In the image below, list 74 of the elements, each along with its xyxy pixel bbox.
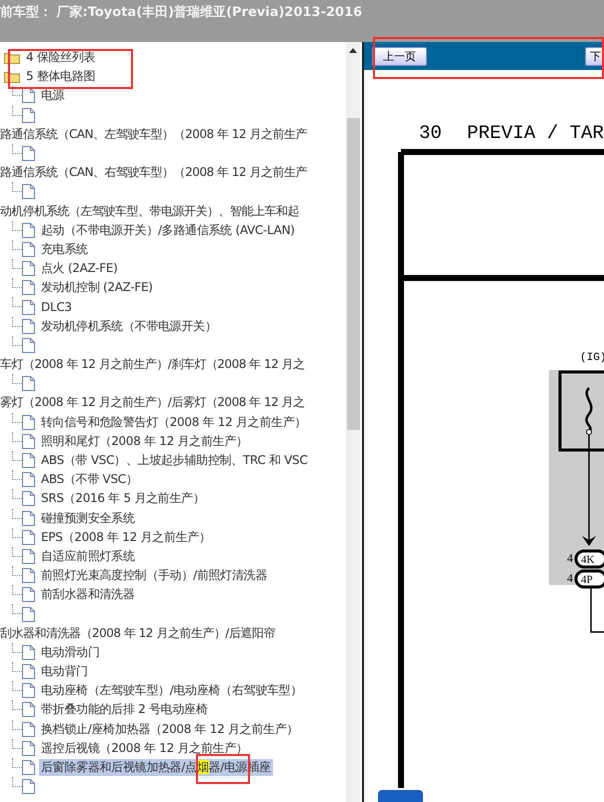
document-icon bbox=[22, 376, 35, 392]
tree-item[interactable]: 起动（不带电源开关）/多路通信系统 (AVC-LAN) bbox=[39, 222, 297, 239]
document-icon bbox=[22, 664, 35, 680]
tree-item[interactable]: 4 保险丝列表 bbox=[24, 49, 98, 66]
document-icon bbox=[22, 300, 35, 315]
tree-item[interactable]: DLC3 bbox=[39, 300, 74, 314]
tree-item-text[interactable]: 车灯（2008 年 12 月之前生产）/刹车灯（2008 年 12 月之 bbox=[0, 356, 305, 374]
tree-item-text[interactable]: 路通信系统（CAN、左驾驶车型）（2008 年 12 月之前生产 bbox=[0, 126, 307, 143]
document-icon bbox=[22, 587, 35, 602]
document-icon bbox=[22, 740, 35, 756]
document-icon bbox=[22, 760, 35, 776]
document-icon bbox=[22, 146, 35, 162]
tree-item[interactable]: EPS（2008 年 12 月之前生产） bbox=[39, 528, 213, 546]
tree-item-text[interactable]: 雾灯（2008 年 12 月之前生产）/后雾灯（2008 年 12 月之 bbox=[0, 394, 305, 412]
window-title: 前车型： 厂家:Toyota(丰田)普瑞维亚(Previa)2013-2016 bbox=[0, 4, 362, 21]
document-icon bbox=[22, 722, 35, 737]
tree-item[interactable]: 前刮水器和清洗器 bbox=[39, 586, 137, 604]
tree-item[interactable]: 发动机控制 (2AZ-FE) bbox=[39, 279, 155, 296]
tree-item[interactable]: 换档锁止/座椅加热器（2008 年 12 月之前生产） bbox=[39, 720, 300, 738]
tree-item[interactable]: 自适应前照灯系统 bbox=[39, 548, 137, 565]
tree-item[interactable]: 发动机停机系统（不带电源开关） bbox=[39, 318, 219, 335]
tree-item[interactable]: 电动背门 bbox=[39, 663, 90, 680]
document-icon bbox=[22, 338, 35, 353]
document-icon bbox=[22, 108, 35, 123]
document-icon bbox=[22, 548, 35, 564]
document-icon bbox=[22, 491, 35, 506]
document-icon bbox=[22, 530, 35, 545]
document-icon bbox=[22, 318, 35, 334]
tree-item[interactable]: 照明和尾灯（2008 年 12 月之前生产） bbox=[39, 432, 250, 450]
scrollbar[interactable] bbox=[346, 42, 360, 802]
tree-item[interactable]: 带折叠功能的后排 2 号电动座椅 bbox=[39, 701, 210, 718]
page-number: 30 bbox=[419, 122, 442, 144]
tree-item[interactable]: ABS（带 VSC）、上坡起步辅助控制、TRC 和 VSC bbox=[39, 452, 310, 470]
tree-item[interactable]: SRS（2016 年 5 月之前生产） bbox=[39, 490, 206, 508]
document-icon bbox=[22, 606, 35, 622]
pin-number: 4 bbox=[567, 571, 573, 585]
tree-item[interactable]: 电源 bbox=[39, 87, 66, 104]
diagram-title: PREVIA / TAR bbox=[467, 122, 604, 144]
document-icon bbox=[22, 434, 35, 449]
document-icon bbox=[22, 242, 35, 257]
document-icon bbox=[22, 414, 35, 430]
tree-item-text[interactable]: 动机停机系统（左驾驶车型、带电源开关）、智能上车和起 bbox=[0, 202, 299, 220]
document-icon bbox=[22, 510, 35, 526]
tree-item[interactable]: 电动滑动门 bbox=[39, 644, 102, 661]
document-icon bbox=[22, 222, 35, 238]
document-icon bbox=[22, 453, 35, 468]
tree-item-text[interactable]: 路通信系统（CAN、右驾驶车型）（2008 年 12 月之前生产 bbox=[0, 164, 307, 182]
tree-item[interactable]: 5 整体电路图 bbox=[24, 68, 98, 86]
tree-item[interactable]: 点火 (2AZ-FE) bbox=[39, 260, 120, 278]
tree-item-text[interactable]: 刮水器和清洗器（2008 年 12 月之前生产）/后遮阳帘 bbox=[0, 624, 275, 642]
scrollbar-thumb[interactable] bbox=[347, 118, 360, 430]
connector-pin: 4P bbox=[574, 570, 604, 588]
tree-item[interactable]: 前照灯光束高度控制（手动）/前照灯清洗器 bbox=[39, 567, 270, 584]
document-icon bbox=[22, 683, 35, 698]
document-icon bbox=[22, 472, 35, 488]
document-icon bbox=[22, 88, 35, 104]
tree-item[interactable]: 碰撞预测安全系统 bbox=[39, 510, 137, 527]
bottom-tab[interactable] bbox=[378, 790, 423, 802]
document-icon bbox=[22, 184, 35, 200]
tree-item[interactable]: 转向信号和危险警告灯（2008 年 12 月之前生产） bbox=[39, 414, 308, 431]
scroll-up-icon[interactable] bbox=[349, 48, 357, 53]
connector-pin: 4K bbox=[574, 550, 604, 568]
document-icon bbox=[22, 779, 35, 794]
document-icon bbox=[22, 644, 35, 660]
tree-item[interactable]: 充电系统 bbox=[39, 240, 90, 258]
document-icon bbox=[22, 568, 35, 584]
previous-page-button[interactable]: 上一页 bbox=[372, 46, 427, 66]
document-icon bbox=[22, 702, 35, 718]
tree-item[interactable]: 遥控后视镜（2008 年 12 月之前生产） bbox=[39, 740, 250, 757]
tree-item[interactable]: 电动座椅（左驾驶车型）/电动座椅（右驾驶车型） bbox=[39, 682, 304, 700]
document-icon bbox=[22, 261, 35, 276]
document-icon bbox=[22, 280, 35, 296]
pin-number: 4 bbox=[567, 551, 573, 565]
tree-item[interactable]: ABS（不带 VSC） bbox=[39, 471, 140, 488]
